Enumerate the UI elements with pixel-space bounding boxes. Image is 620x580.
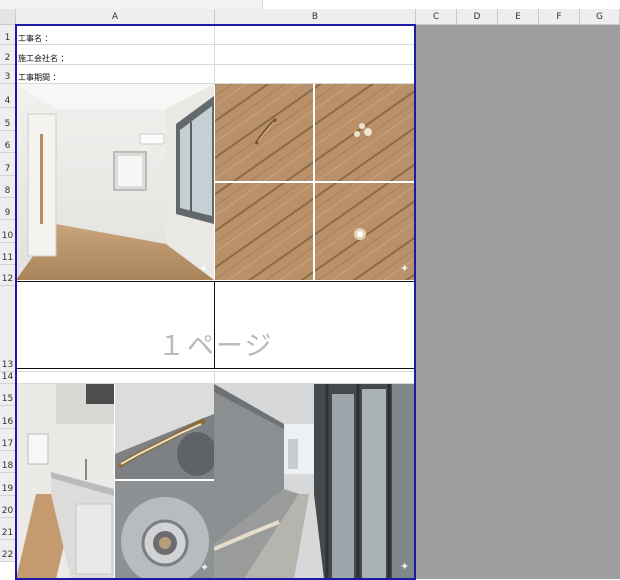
row-header-10[interactable]: 10 — [0, 220, 16, 243]
row-header-21[interactable]: 21 — [0, 518, 16, 540]
project-name-label: 工事名 ： — [18, 34, 53, 43]
sparkle-icon: ✦ — [400, 262, 410, 275]
outside-print-area[interactable] — [416, 25, 620, 579]
gridline — [214, 25, 215, 83]
column-header-d[interactable]: D — [457, 9, 498, 25]
formula-bar-strip — [0, 0, 620, 9]
column-header-g[interactable]: G — [580, 9, 620, 25]
counter-damage-photo[interactable] — [115, 384, 214, 479]
row-header-6[interactable]: 6 — [0, 131, 16, 153]
row-header-8[interactable]: 8 — [0, 176, 16, 198]
gridline — [16, 44, 416, 45]
column-header-c[interactable]: C — [416, 9, 457, 25]
period-label: 工事期間 ： — [18, 73, 61, 82]
sink-drain-photo[interactable]: ✦ — [115, 481, 214, 579]
column-header-a[interactable]: A — [16, 9, 215, 25]
sparkle-icon: ✦ — [200, 561, 210, 574]
row-header-17[interactable]: 17 — [0, 429, 16, 451]
row-header-14[interactable]: 14 — [0, 372, 16, 384]
row-header-18[interactable]: 18 — [0, 451, 16, 473]
contractor-label: 施工会社名 ： — [18, 54, 69, 63]
page-number-watermark: １ページ — [158, 331, 274, 362]
row-header-20[interactable]: 20 — [0, 496, 16, 518]
column-header-e[interactable]: E — [498, 9, 539, 25]
row-header-13[interactable]: 13 — [0, 286, 16, 372]
gridline — [16, 64, 416, 65]
sparkle-icon: ✦ — [400, 560, 410, 573]
sparkle-icon: ✦ — [199, 262, 209, 275]
row-header-2[interactable]: 2 — [0, 45, 16, 65]
select-all-corner[interactable] — [0, 9, 16, 25]
room-interior-photo[interactable]: ✦ — [16, 84, 214, 280]
row-header-3[interactable]: 3 — [0, 65, 16, 84]
column-header-b[interactable]: B — [215, 9, 416, 25]
gridline — [16, 371, 416, 372]
column-header-f[interactable]: F — [539, 9, 580, 25]
row-header-4[interactable]: 4 — [0, 84, 16, 108]
row-header-16[interactable]: 16 — [0, 406, 16, 429]
row-header-5[interactable]: 5 — [0, 108, 16, 131]
row-header-19[interactable]: 19 — [0, 473, 16, 496]
row-header-1[interactable]: 1 — [0, 25, 16, 45]
row-header-11[interactable]: 11 — [0, 243, 16, 265]
balcony-photo[interactable]: ✦ — [214, 384, 414, 579]
row-header-22[interactable]: 22 — [0, 540, 16, 562]
floor-damage-photo-collage[interactable]: ✦ — [214, 84, 414, 280]
row-header-12[interactable]: 12 — [0, 265, 16, 286]
row-header-15[interactable]: 15 — [0, 384, 16, 406]
kitchen-photo[interactable] — [16, 384, 114, 579]
gridline — [214, 371, 215, 383]
row-header-9[interactable]: 9 — [0, 198, 16, 220]
sheet-tab-area — [262, 0, 620, 9]
row-header-7[interactable]: 7 — [0, 153, 16, 176]
